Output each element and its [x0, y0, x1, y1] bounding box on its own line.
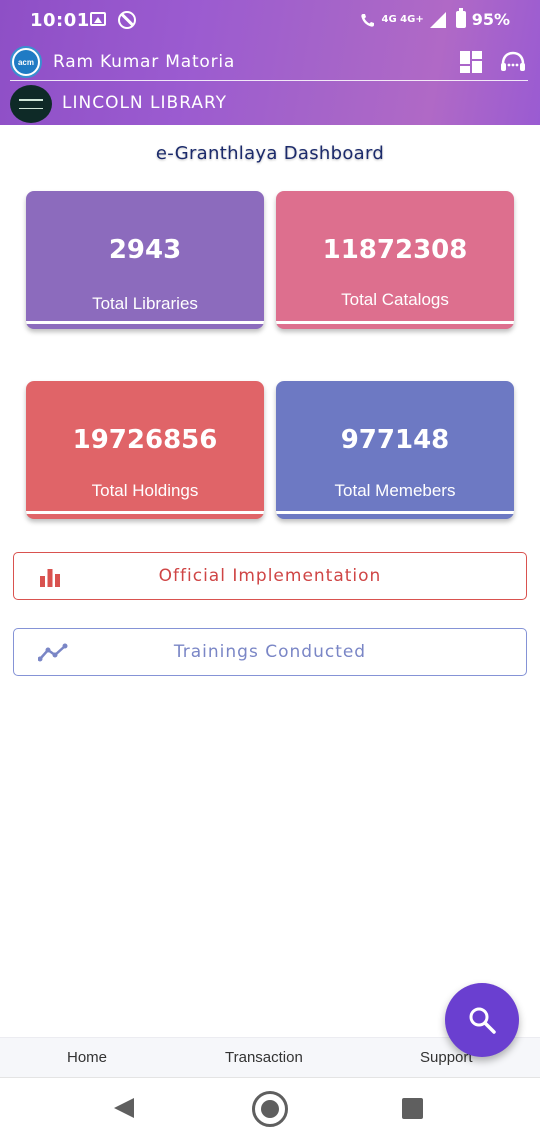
stat-card-holdings[interactable]: 19726856 Total Holdings: [26, 381, 264, 519]
stat-card-catalogs[interactable]: 11872308 Total Catalogs: [276, 191, 514, 329]
app-logo-text: acm: [14, 50, 38, 74]
stat-label: Total Holdings: [91, 481, 199, 500]
data-saver-icon: [118, 11, 136, 29]
recents-icon[interactable]: [402, 1098, 423, 1119]
battery-icon: [455, 8, 466, 28]
trainings-conducted-label: Trainings Conducted: [173, 642, 367, 662]
support-headset-icon[interactable]: [499, 50, 527, 74]
stat-label: Total Libraries: [92, 294, 198, 313]
library-row: LINCOLN LIBRARY: [0, 83, 540, 123]
trainings-conducted-button[interactable]: Trainings Conducted: [13, 628, 527, 676]
stat-value: 11872308: [322, 235, 468, 265]
card-stripe: [276, 321, 514, 324]
card-stripe: [276, 511, 514, 514]
page-title: e-Granthlaya Dashboard: [155, 143, 385, 164]
status-right-cluster: 4G 4G+ 95%: [360, 8, 510, 29]
gallery-notification-icon: [90, 12, 106, 26]
header-divider: [10, 80, 528, 81]
card-stripe: [26, 321, 264, 324]
dashboard-grid-icon[interactable]: [459, 50, 483, 74]
search-icon: [469, 1007, 496, 1034]
stat-value: 977148: [340, 425, 450, 455]
stat-card-members[interactable]: 977148 Total Memebers: [276, 381, 514, 519]
user-row: acm Ram Kumar Matoria: [0, 44, 540, 80]
stat-card-libraries[interactable]: 2943 Total Libraries: [26, 191, 264, 329]
system-navigation-bar: [0, 1077, 540, 1140]
home-icon[interactable]: [252, 1091, 288, 1127]
status-bar: 10:01 4G 4G+ 95%: [0, 0, 540, 42]
battery-percent: 95%: [471, 10, 510, 29]
library-logo-mark: [19, 99, 43, 109]
app-header-background: 10:01 4G 4G+ 95% acm Ram Kumar Matoria L…: [0, 0, 540, 125]
nav-transaction[interactable]: Transaction: [225, 1049, 303, 1066]
user-name: Ram Kumar Matoria: [53, 52, 236, 72]
stat-label: Total Memebers: [334, 481, 456, 500]
nav-home[interactable]: Home: [67, 1049, 107, 1066]
signal-icon: [429, 11, 446, 28]
stat-label: Total Catalogs: [341, 290, 449, 309]
library-logo: [10, 85, 52, 123]
stat-value: 2943: [108, 235, 182, 265]
stat-value: 19726856: [72, 425, 218, 455]
official-implementation-button[interactable]: Official Implementation: [13, 552, 527, 600]
app-logo: acm: [10, 46, 42, 78]
library-name: LINCOLN LIBRARY: [62, 93, 228, 113]
back-icon[interactable]: [114, 1098, 134, 1118]
card-stripe: [26, 511, 264, 514]
network-type: 4G 4G+: [381, 13, 424, 25]
official-implementation-label: Official Implementation: [158, 566, 382, 586]
wifi-calling-icon: [360, 12, 376, 28]
status-time: 10:01: [30, 10, 90, 31]
search-fab-button[interactable]: [445, 983, 519, 1057]
